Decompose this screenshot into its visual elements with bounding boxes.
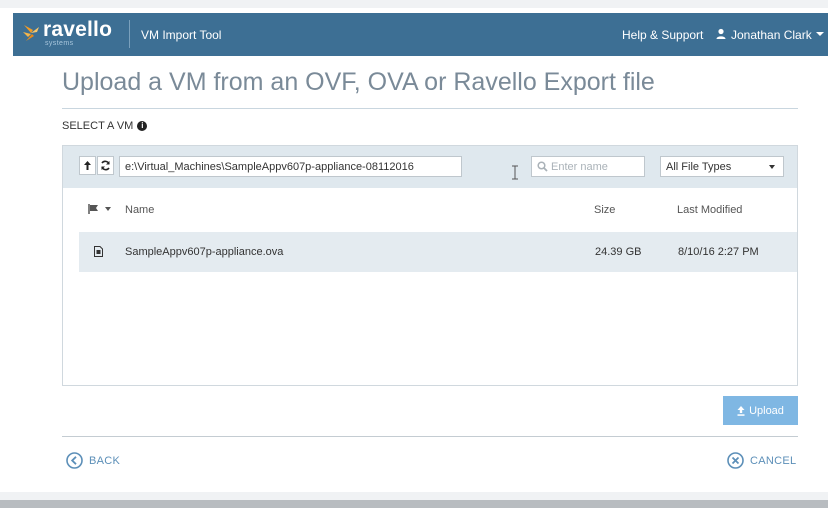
chevron-down-icon [815,31,824,36]
close-circle-icon [727,452,744,469]
chevron-left-circle-icon [66,452,83,469]
column-header-size[interactable]: Size [594,204,615,216]
chevron-down-icon [769,165,775,169]
column-header-name[interactable]: Name [125,204,154,216]
help-support-link[interactable]: Help & Support [622,28,703,42]
cancel-label: CANCEL [750,454,797,467]
user-icon [716,28,726,39]
app-title: VM Import Tool [141,28,222,42]
file-type-value: All File Types [666,161,732,173]
parent-folder-button[interactable] [79,156,96,175]
cancel-button[interactable]: CANCEL [727,452,796,469]
section-label: SELECT A VM i [62,120,148,132]
user-menu[interactable]: Jonathan Clark [715,25,824,42]
text-cursor-icon [512,165,518,180]
header-divider [129,20,130,48]
arrow-up-icon [84,161,91,170]
search-icon [537,161,548,172]
back-label: BACK [89,454,121,467]
upload-icon [737,405,745,416]
title-divider [62,108,798,109]
ravello-logo-mark-icon [23,25,39,41]
path-input[interactable] [119,156,462,177]
footer-divider [62,436,798,437]
brand-name: ravello [43,18,113,41]
page-title: Upload a VM from an OVF, OVA or Ravello … [62,68,655,96]
file-size: 24.39 GB [595,246,642,258]
file-archive-icon [94,246,103,257]
flag-column-header[interactable] [88,204,111,214]
ravello-logo[interactable]: ravello systems [21,18,131,50]
window-bottom-bar [0,500,828,508]
sort-caret-icon [105,207,111,211]
upload-label: Upload [749,404,784,417]
flag-icon [88,204,98,214]
brand-subtitle: systems [45,40,74,47]
search-field[interactable] [531,156,645,177]
refresh-button[interactable] [97,156,114,175]
back-button[interactable]: BACK [66,452,120,469]
table-row[interactable]: SampleAppv607p-appliance.ova 24.39 GB 8/… [79,232,797,272]
file-type-select[interactable]: All File Types [660,156,784,177]
search-input[interactable] [551,158,641,175]
file-name: SampleAppv607p-appliance.ova [125,246,284,258]
top-navbar: ravello systems VM Import Tool Help & Su… [13,13,828,56]
select-vm-label: SELECT A VM [62,120,134,132]
user-name: Jonathan Clark [731,28,812,42]
info-icon[interactable]: i [137,121,148,131]
refresh-icon [101,160,110,171]
file-modified: 8/10/16 2:27 PM [678,246,759,258]
upload-button[interactable]: Upload [723,396,798,425]
file-browser-toolbar: All File Types [63,146,797,188]
column-header-last-modified[interactable]: Last Modified [677,204,742,216]
file-browser-panel: All File Types Name Size Last Modified S… [62,145,798,386]
